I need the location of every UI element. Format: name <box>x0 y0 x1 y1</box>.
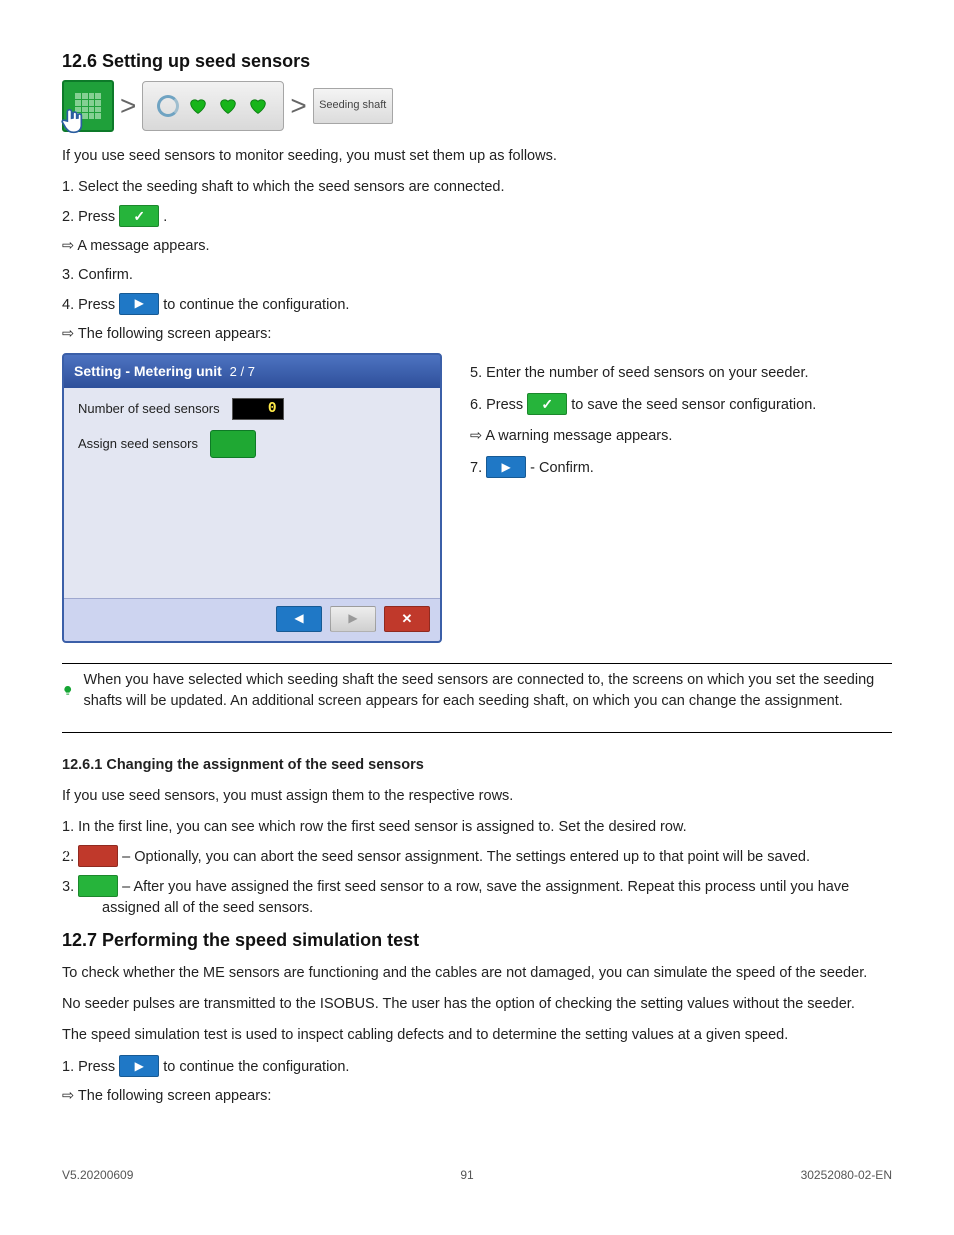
dialog-close-button[interactable] <box>384 606 430 632</box>
label-assign: Assign seed sensors <box>78 435 198 454</box>
disk-icon <box>157 95 179 117</box>
settings-dialog: Setting - Metering unit 2 / 7 Number of … <box>62 353 442 643</box>
assign-step-1: 1. In the first line, you can see which … <box>62 817 892 838</box>
confirm-button[interactable] <box>78 875 118 897</box>
hand-menu-icon <box>62 80 114 132</box>
speed-note-b: The speed simulation test is used to ins… <box>62 1025 892 1046</box>
footer-left: V5.20200609 <box>62 1167 133 1184</box>
step-2-result: ⇨ A message appears. <box>62 236 892 257</box>
divider <box>62 732 892 733</box>
step-4b: to continue the configuration. <box>163 297 349 313</box>
step-6: 6. Press to save the seed sensor configu… <box>470 394 892 416</box>
confirm-button[interactable] <box>527 393 567 415</box>
step-1: 1. Select the seeding shaft to which the… <box>62 177 892 198</box>
heading-speed-test: 12.7 Performing the speed simulation tes… <box>62 927 892 953</box>
cancel-button[interactable] <box>78 845 118 867</box>
footer-center: 91 <box>460 1167 473 1184</box>
heart-icon <box>187 95 209 117</box>
page-footer: V5.20200609 91 30252080-02-EN <box>62 1167 892 1184</box>
divider <box>62 663 892 664</box>
pointer-hand-icon <box>56 104 90 138</box>
ports-panel-icon <box>142 81 284 131</box>
sensor-count-field[interactable]: 0 <box>232 398 284 420</box>
row-assign: Assign seed sensors <box>78 430 426 458</box>
speed-step-1-result: ⇨ The following screen appears: <box>62 1086 892 1107</box>
label-num-sensors: Number of seed sensors <box>78 400 220 419</box>
next-button[interactable] <box>119 293 159 315</box>
speed-step-1a: 1. Press <box>62 1059 119 1075</box>
speed-step-1: 1. Press to continue the configuration. <box>62 1056 892 1078</box>
speed-intro: To check whether the ME sensors are func… <box>62 963 892 984</box>
speed-step-1b: to continue the configuration. <box>163 1059 349 1075</box>
step-3: 3. Confirm. <box>62 265 892 286</box>
step-7b: - Confirm. <box>530 460 594 476</box>
confirm-button[interactable] <box>119 205 159 227</box>
step-2a: 2. Press <box>62 209 119 225</box>
assign-button[interactable] <box>210 430 256 458</box>
step-2: 2. Press . <box>62 206 892 228</box>
lightbulb-icon <box>62 685 73 696</box>
assign-step-2b: – Optionally, you can abort the seed sen… <box>122 849 810 865</box>
step-7a: 7. <box>470 460 486 476</box>
row-num-sensors: Number of seed sensors 0 <box>78 398 426 420</box>
tip-row: When you have selected which seeding sha… <box>62 670 892 712</box>
subheading-assign: 12.6.1 Changing the assignment of the se… <box>62 755 892 776</box>
dialog-title-text: Setting - Metering unit <box>74 363 222 379</box>
assign-step-2: 2. – Optionally, you can abort the seed … <box>62 846 892 868</box>
heart-icon <box>217 95 239 117</box>
heart-icon <box>247 95 269 117</box>
step-4-result: ⇨ The following screen appears: <box>62 324 892 345</box>
speed-note-a: No seeder pulses are transmitted to the … <box>62 994 892 1015</box>
chevron-right-icon: > <box>118 86 138 127</box>
step-2b: . <box>163 209 167 225</box>
intro-text: If you use seed sensors to monitor seedi… <box>62 146 892 167</box>
step-6-result: ⇨ A warning message appears. <box>470 426 892 447</box>
step-4: 4. Press to continue the configuration. <box>62 294 892 316</box>
step-5: 5. Enter the number of seed sensors on y… <box>470 363 892 384</box>
dialog-title: Setting - Metering unit 2 / 7 <box>64 355 440 388</box>
footer-right: 30252080-02-EN <box>801 1167 892 1184</box>
dialog-footer <box>64 598 440 641</box>
next-button[interactable] <box>119 1055 159 1077</box>
breadcrumb: > > Seeding shaft <box>62 80 892 132</box>
dialog-page-num: 2 / 7 <box>230 364 255 379</box>
step-4a: 4. Press <box>62 297 119 313</box>
dialog-next-disabled <box>330 606 376 632</box>
tip-text: When you have selected which seeding sha… <box>83 670 892 712</box>
step-7: 7. - Confirm. <box>470 457 892 479</box>
assign-step-3: 3. – After you have assigned the first s… <box>62 876 892 919</box>
assign-intro: If you use seed sensors, you must assign… <box>62 786 892 807</box>
page-heading: 12.6 Setting up seed sensors <box>62 48 892 74</box>
dialog-prev-button[interactable] <box>276 606 322 632</box>
seeding-shaft-button[interactable]: Seeding shaft <box>313 88 393 124</box>
chevron-right-icon: > <box>288 86 308 127</box>
step-6b: to save the seed sensor configuration. <box>571 397 816 413</box>
next-button[interactable] <box>486 456 526 478</box>
step-6a: 6. Press <box>470 397 527 413</box>
assign-step-3b: – After you have assigned the first seed… <box>102 879 849 916</box>
